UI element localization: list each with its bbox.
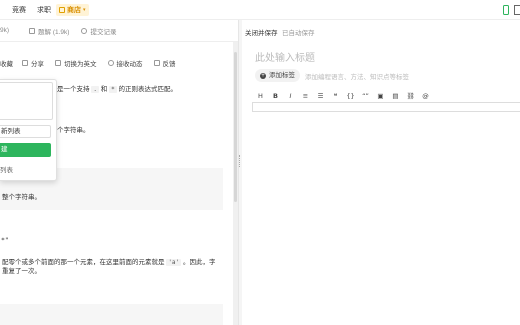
tab-submissions[interactable]: 提交记录	[81, 26, 116, 36]
tab-solutions[interactable]: 题解 (1.9k)	[29, 26, 69, 36]
link-button[interactable]: ⛓	[403, 92, 418, 100]
clock-icon	[81, 27, 88, 34]
editor-toolbar: H B I ≡ ☰ ❝ {} “” ▣ ▤ ⛓ @	[253, 91, 433, 101]
feedback-label: 反馈	[162, 61, 176, 68]
explain-text-3: 重复了一次。	[2, 268, 41, 275]
plus-icon: +	[260, 72, 266, 79]
menu-icon[interactable]	[514, 5, 520, 15]
share-label: 分享	[31, 61, 44, 68]
translate-icon	[55, 60, 61, 66]
favorite-label: 收藏	[0, 61, 13, 68]
code-dot: .	[91, 86, 99, 93]
bold-button[interactable]: B	[268, 92, 283, 100]
subscribe-button[interactable]: 接收动态	[107, 58, 143, 68]
unordered-list-button[interactable]: ☰	[313, 92, 328, 100]
list-name-input[interactable]: 新列表	[0, 125, 51, 138]
mention-button[interactable]: @	[418, 92, 433, 100]
example-2-explanation: 配零个或多个前面的那一个元素，在这里前面的元素就是 'a' 。因此，字 重复了一…	[2, 258, 215, 276]
tab-comments-label: 9k)	[0, 27, 10, 34]
problem-tabs: 9k) 题解 (1.9k) 提交记录	[0, 20, 238, 42]
example-1-explanation: 整个字符串。	[2, 194, 41, 201]
share-icon	[22, 60, 28, 66]
problem-description: 是一个支持 . 和 * 的正则表达式匹配。	[57, 85, 177, 94]
favorite-popup: 新列表 建 列表	[0, 79, 57, 181]
store-icon	[59, 6, 65, 13]
quote-button[interactable]: ❝	[328, 92, 343, 100]
title-input[interactable]: 此处输入标题	[255, 49, 315, 64]
ordered-list-button[interactable]: ≡	[298, 92, 313, 100]
mobile-icon[interactable]	[503, 5, 509, 15]
feedback-icon	[153, 60, 160, 66]
create-list-button[interactable]: 建	[0, 143, 51, 157]
code-a: 'a'	[166, 259, 182, 266]
code-block-button[interactable]: {}	[343, 92, 358, 100]
add-tag-button[interactable]: + 添加标签	[255, 69, 300, 82]
list-link[interactable]: 列表	[0, 164, 13, 174]
left-scrollbar-thumb[interactable]	[234, 52, 237, 202]
example-2-pattern: *"	[1, 236, 9, 244]
list-description-input[interactable]	[0, 82, 53, 120]
top-nav: 竞赛 求职 商店 ▾	[0, 0, 520, 20]
italic-button[interactable]: I	[283, 92, 298, 100]
solution-editor: 关闭并保存 已自动保存 此处输入标题 + 添加标签 添加编程语言、方法、知识点等…	[242, 20, 520, 325]
app-root: 竞赛 求职 商店 ▾ 9k) 题解 (1.9k) 提交记录 收藏 分享 切换为英…	[0, 0, 520, 325]
favorite-button[interactable]: 收藏	[0, 58, 13, 68]
chevron-down-icon: ▾	[83, 6, 86, 13]
tab-submissions-label: 提交记录	[90, 28, 117, 36]
desc-line-2: 个字符串。	[57, 127, 90, 134]
close-and-save-button[interactable]: 关闭并保存	[245, 27, 278, 37]
add-tag-label: 添加标签	[269, 72, 295, 79]
drag-grip-icon	[239, 155, 240, 167]
desc-text-1: 是一个支持	[57, 86, 90, 93]
editor-body[interactable]	[252, 102, 520, 112]
problem-toolbar: 收藏 分享 切换为英文 接收动态 反馈	[0, 57, 233, 69]
feedback-button[interactable]: 反馈	[153, 58, 176, 68]
subscribe-label: 接收动态	[116, 61, 143, 68]
switch-language-label: 切换为英文	[64, 61, 97, 68]
desc-text-2: 的正则表达式匹配。	[118, 86, 178, 93]
tab-comments[interactable]: 9k)	[0, 27, 9, 34]
nav-item-contest[interactable]: 竞赛	[12, 5, 26, 15]
store-label: 商店	[67, 6, 81, 14]
inline-code-button[interactable]: “”	[358, 92, 373, 100]
table-button[interactable]: ▤	[388, 92, 403, 100]
autosave-status: 已自动保存	[282, 30, 315, 37]
bell-icon	[107, 60, 114, 66]
tab-solutions-label: 题解 (1.9k)	[38, 28, 70, 36]
code-star: *	[109, 86, 117, 93]
heading-button[interactable]: H	[253, 92, 268, 100]
nav-item-jobs[interactable]: 求职	[37, 5, 51, 15]
switch-language-button[interactable]: 切换为英文	[55, 58, 97, 68]
nav-item-store[interactable]: 商店 ▾	[56, 3, 89, 16]
explain-text-1: 配零个或多个前面的那一个元素，在这里前面的元素就是	[2, 259, 165, 266]
desc-text-and: 和	[100, 86, 108, 93]
image-button[interactable]: ▣	[373, 92, 388, 100]
explain-text-2: 。因此，字	[182, 259, 216, 266]
example-block-2	[0, 304, 223, 325]
flask-icon	[29, 27, 36, 34]
share-button[interactable]: 分享	[22, 58, 44, 68]
tag-hint: 添加编程语言、方法、知识点等标签	[305, 74, 409, 81]
